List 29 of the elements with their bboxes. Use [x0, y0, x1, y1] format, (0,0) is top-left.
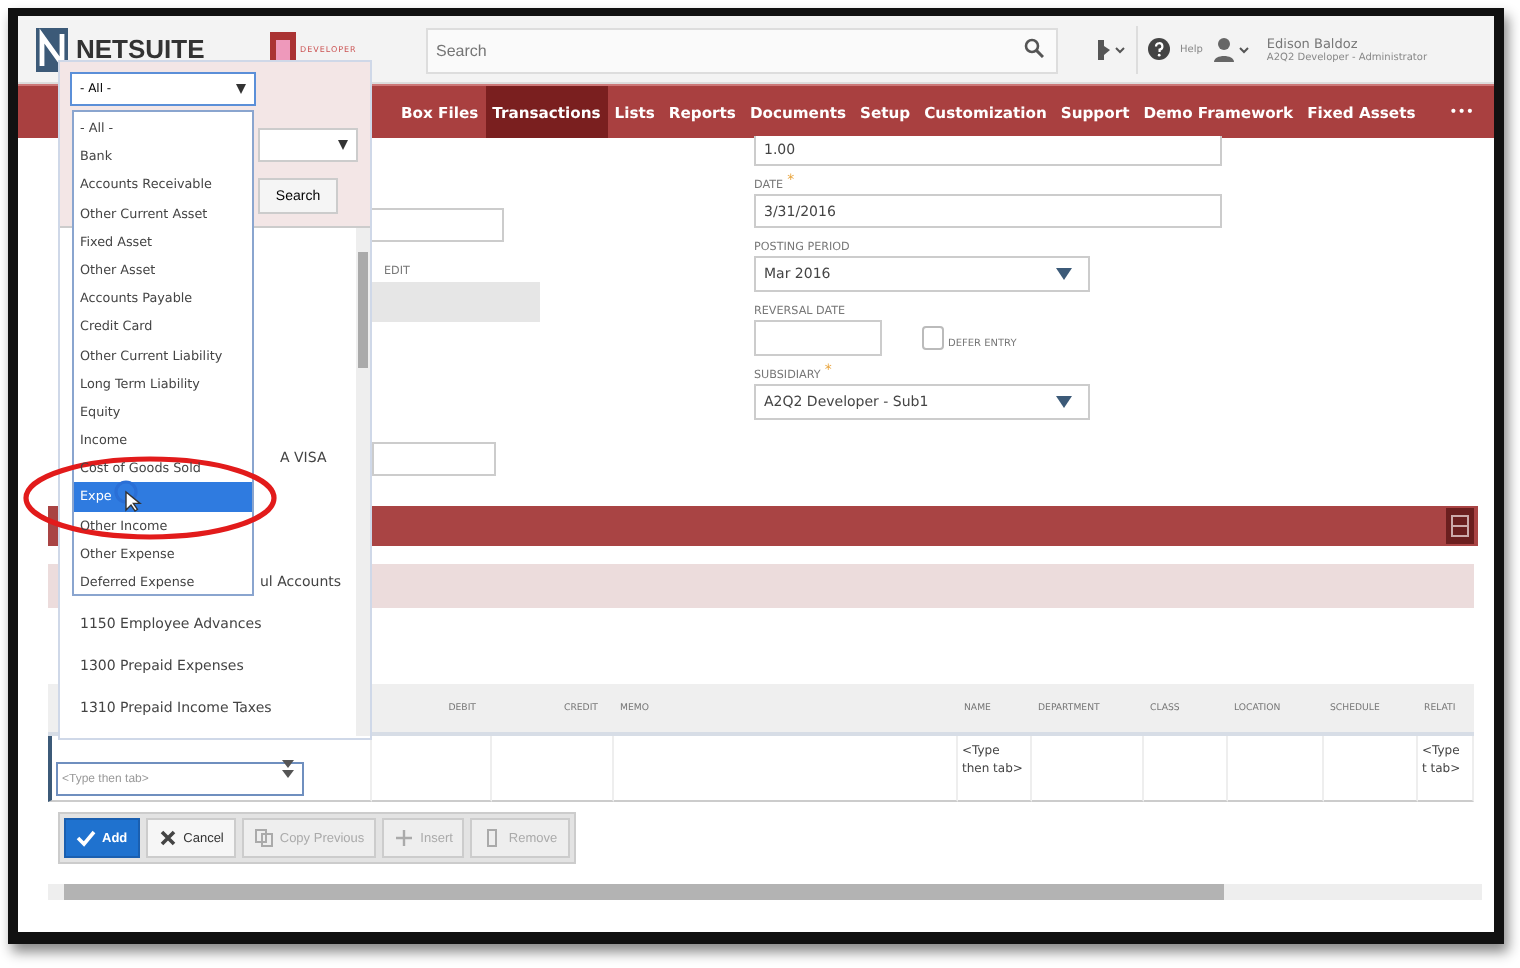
check-icon	[76, 828, 96, 848]
table-cell	[1324, 736, 1418, 802]
dropdown-arrow-icon	[1056, 268, 1072, 280]
table-cell	[1032, 736, 1144, 802]
search-field[interactable]: Search	[426, 28, 1058, 74]
table-cell	[492, 736, 614, 802]
date-field[interactable]	[754, 320, 882, 356]
mouse-pointer-icon	[114, 480, 142, 512]
help-icon	[1148, 38, 1170, 60]
trash-icon	[482, 828, 503, 848]
copy-icon	[253, 828, 274, 848]
dropdown-arrow-icon	[1056, 396, 1072, 408]
input-field[interactable]	[368, 208, 504, 242]
x-icon	[157, 828, 178, 848]
user-icon	[1212, 35, 1253, 63]
select-field[interactable]	[258, 128, 358, 162]
collapse-icon	[1446, 508, 1474, 544]
plus-icon	[394, 828, 415, 848]
table-cell	[1144, 736, 1228, 802]
recent-records-icon	[1094, 37, 1126, 61]
logo-icon	[34, 25, 70, 73]
checkbox[interactable]	[922, 326, 944, 350]
logo-text: NETSUITE	[76, 34, 205, 64]
search-icon	[1024, 38, 1044, 58]
input-field[interactable]	[372, 442, 496, 476]
double-arrow-icon	[282, 759, 294, 777]
table-cell	[1228, 736, 1324, 802]
dropdown-arrow-icon	[236, 84, 246, 94]
dropdown-arrow-icon	[338, 140, 348, 150]
